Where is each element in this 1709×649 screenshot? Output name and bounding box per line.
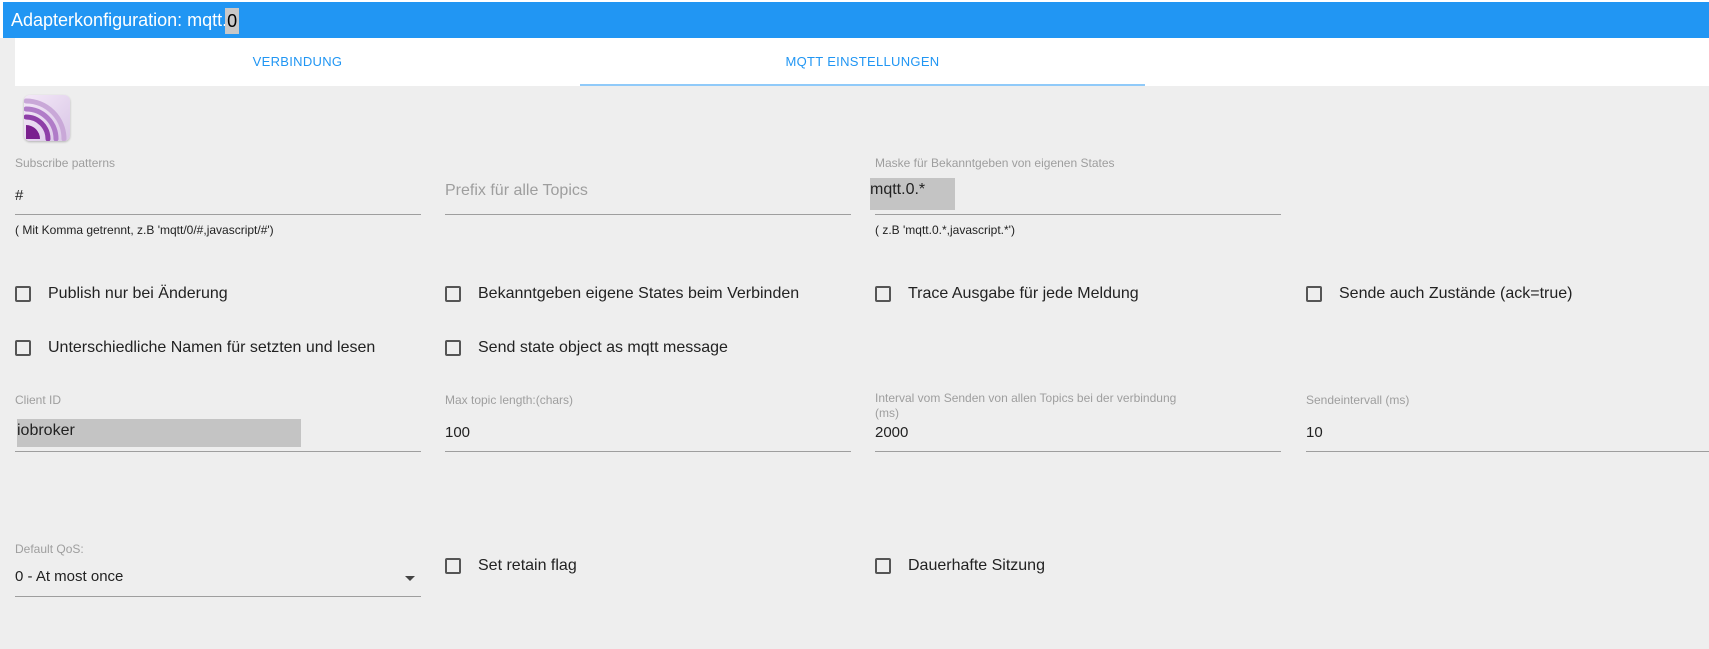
send-interval-all-label: Interval vom Senden von allen Topics bei… [875,391,1177,405]
checkbox-box[interactable] [445,340,461,356]
subscribe-patterns-help: ( Mit Komma getrennt, z.B 'mqtt/0/#,java… [15,223,274,237]
instance-number: 0 [225,8,240,35]
send-state-object-label: Send state object as mqtt message [478,339,728,356]
default-qos-select[interactable]: Default QoS: 0 - At most once [15,542,421,602]
retain-flag-checkbox[interactable]: Set retain flag [445,557,577,575]
prefix-input[interactable]: Prefix für alle Topics [445,182,588,200]
send-state-object-checkbox[interactable]: Send state object as mqtt message [445,339,728,357]
max-topic-length-input[interactable]: 100 [445,424,470,441]
trace-output-label: Trace Ausgabe für jede Meldung [908,285,1139,302]
announce-own-states-label: Bekanntgeben eigene States beim Verbinde… [478,285,800,302]
checkbox-box[interactable] [1306,286,1322,302]
send-interval-all-input[interactable]: 2000 [875,424,908,441]
default-qos-value[interactable]: 0 - At most once [15,568,123,585]
client-id-label: Client ID [15,393,62,407]
prefix-underline [445,214,851,215]
default-qos-label: Default QoS: [15,542,84,556]
mask-label: Maske für Bekanntgeben von eigenen State… [875,156,1115,170]
window-title: Adapterkonfiguration: mqtt. [11,10,228,30]
publish-on-change-label: Publish nur bei Änderung [48,285,228,302]
active-tab-indicator [580,84,1145,86]
client-id-underline [15,451,421,452]
default-qos-underline [15,596,421,597]
subscribe-patterns-input[interactable]: # [15,187,23,204]
dropdown-arrow-icon[interactable] [405,576,415,581]
send-interval-all-label-unit: (ms) [875,406,899,420]
send-interval-label: Sendeintervall (ms) [1306,393,1410,407]
trace-output-checkbox[interactable]: Trace Ausgabe für jede Meldung [875,285,1139,303]
checkbox-box[interactable] [445,558,461,574]
client-id-input[interactable]: iobroker [17,419,301,447]
prefix-field[interactable]: Prefix für alle Topics [445,156,851,236]
settings-panel: VERBINDUNG MQTT EINSTELLUNGEN Subscribe … [0,38,1709,649]
send-ack-true-label: Sende auch Zustände (ack=true) [1339,285,1573,302]
mask-input[interactable]: mqtt.0.* [870,178,955,210]
checkbox-box[interactable] [875,286,891,302]
different-names-label: Unterschiedliche Namen für setzten und l… [48,339,376,356]
tab-bar: VERBINDUNG MQTT EINSTELLUNGEN [15,38,1709,86]
send-interval-all-underline [875,451,1281,452]
subscribe-patterns-underline [15,214,421,215]
send-interval-input[interactable]: 10 [1306,424,1323,441]
persistent-session-checkbox[interactable]: Dauerhafte Sitzung [875,557,1045,575]
different-names-checkbox[interactable]: Unterschiedliche Namen für setzten und l… [15,339,375,357]
send-interval-all-field[interactable]: Interval vom Senden von allen Topics bei… [875,391,1281,457]
mask-underline [875,214,1281,215]
send-ack-true-checkbox[interactable]: Sende auch Zustände (ack=true) [1306,285,1572,303]
subscribe-patterns-field[interactable]: Subscribe patterns # ( Mit Komma getrenn… [15,156,421,237]
send-interval-field[interactable]: Sendeintervall (ms) 10 [1306,393,1709,457]
checkbox-box[interactable] [445,286,461,302]
mask-help: ( z.B 'mqtt.0.*,javascript.*') [875,223,1015,237]
max-topic-length-label: Max topic length:(chars) [445,393,574,407]
title-bar: Adapterkonfiguration: mqtt.0 [3,2,1709,38]
publish-on-change-checkbox[interactable]: Publish nur bei Änderung [15,285,228,303]
checkbox-box[interactable] [875,558,891,574]
tab-mqtt-einstellungen[interactable]: MQTT EINSTELLUNGEN [580,38,1145,86]
checkbox-box[interactable] [15,340,31,356]
persistent-session-label: Dauerhafte Sitzung [908,557,1045,574]
checkbox-box[interactable] [15,286,31,302]
max-topic-length-underline [445,451,851,452]
subscribe-patterns-label: Subscribe patterns [15,156,116,170]
announce-own-states-checkbox[interactable]: Bekanntgeben eigene States beim Verbinde… [445,285,799,303]
retain-flag-label: Set retain flag [478,557,577,574]
mqtt-logo-icon [24,95,70,141]
mask-field[interactable]: Maske für Bekanntgeben von eigenen State… [870,156,1281,237]
send-interval-underline [1306,451,1709,452]
max-topic-length-field[interactable]: Max topic length:(chars) 100 [445,393,851,457]
client-id-field[interactable]: Client ID iobroker [15,393,421,457]
tab-verbindung[interactable]: VERBINDUNG [15,38,580,86]
